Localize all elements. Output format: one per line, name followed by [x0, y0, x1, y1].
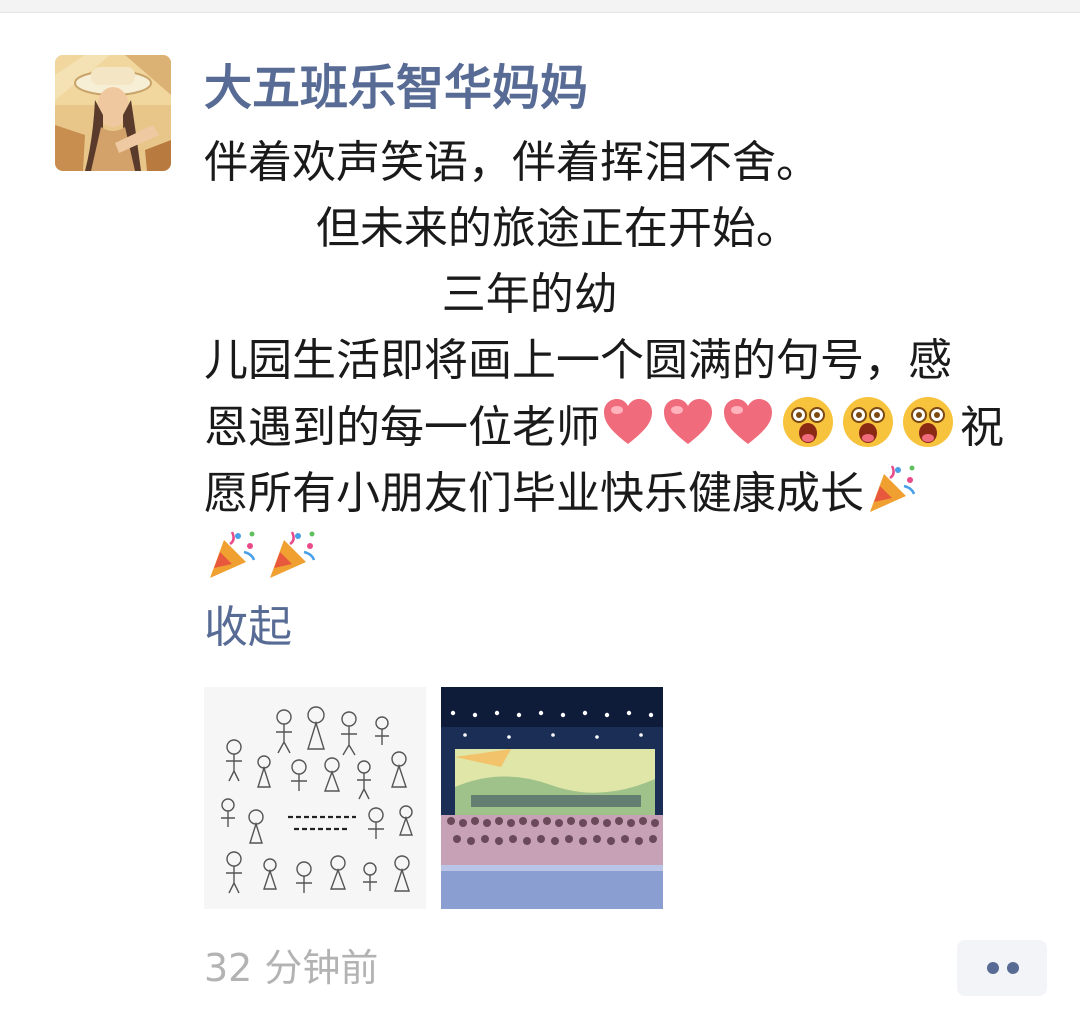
post-text-fragment: 祝 [960, 402, 1004, 453]
post-text-line: 三年的幼 [204, 269, 618, 320]
post-text-line: 伴着欢声笑语，伴着挥泪不舍。 [204, 137, 820, 188]
moments-post: 大五班乐智华妈妈 伴着欢声笑语，伴着挥泪不舍。 但未来的旅途正在开始。 三年的幼… [0, 0, 1080, 1021]
party-popper-emoji [204, 526, 260, 582]
heart-emoji [600, 394, 656, 450]
post-timestamp: 32 分钟前 [204, 946, 379, 990]
excited-face-emoji [840, 394, 896, 450]
collapse-link[interactable]: 收起 [204, 598, 292, 658]
more-actions-button[interactable] [957, 940, 1047, 996]
party-popper-emoji [864, 460, 920, 516]
graduation-stage-photo[interactable] [441, 687, 663, 909]
post-text-fragment: 愿所有小朋友们毕业快乐健康成长 [204, 468, 864, 519]
children-drawing-image[interactable] [204, 687, 426, 909]
excited-face-emoji [780, 394, 836, 450]
excited-face-emoji [900, 394, 956, 450]
top-divider [0, 0, 1080, 13]
author-avatar[interactable] [55, 55, 171, 171]
heart-emoji [660, 394, 716, 450]
post-text-fragment: 恩遇到的每一位老师 [204, 402, 600, 453]
more-dots-icon [1007, 962, 1019, 974]
post-text-line: 但未来的旅途正在开始。 [204, 203, 800, 254]
party-popper-emoji [264, 526, 320, 582]
post-text-line: 儿园生活即将画上一个圆满的句号，感 [204, 335, 952, 386]
more-dots-icon [987, 962, 999, 974]
drawing-picture [204, 687, 426, 909]
heart-emoji [720, 394, 776, 450]
post-text: 伴着欢声笑语，伴着挥泪不舍。 但未来的旅途正在开始。 三年的幼 儿园生活即将画上… [204, 130, 1064, 592]
avatar-picture [55, 55, 171, 171]
post-text-line-with-emoji: 恩遇到的每一位老师 祝 [204, 394, 1064, 460]
stage-picture [441, 687, 663, 909]
post-text-line-with-emoji [204, 526, 1064, 592]
post-text-line-with-emoji: 愿所有小朋友们毕业快乐健康成长 [204, 460, 1064, 526]
author-nickname[interactable]: 大五班乐智华妈妈 [204, 58, 588, 118]
